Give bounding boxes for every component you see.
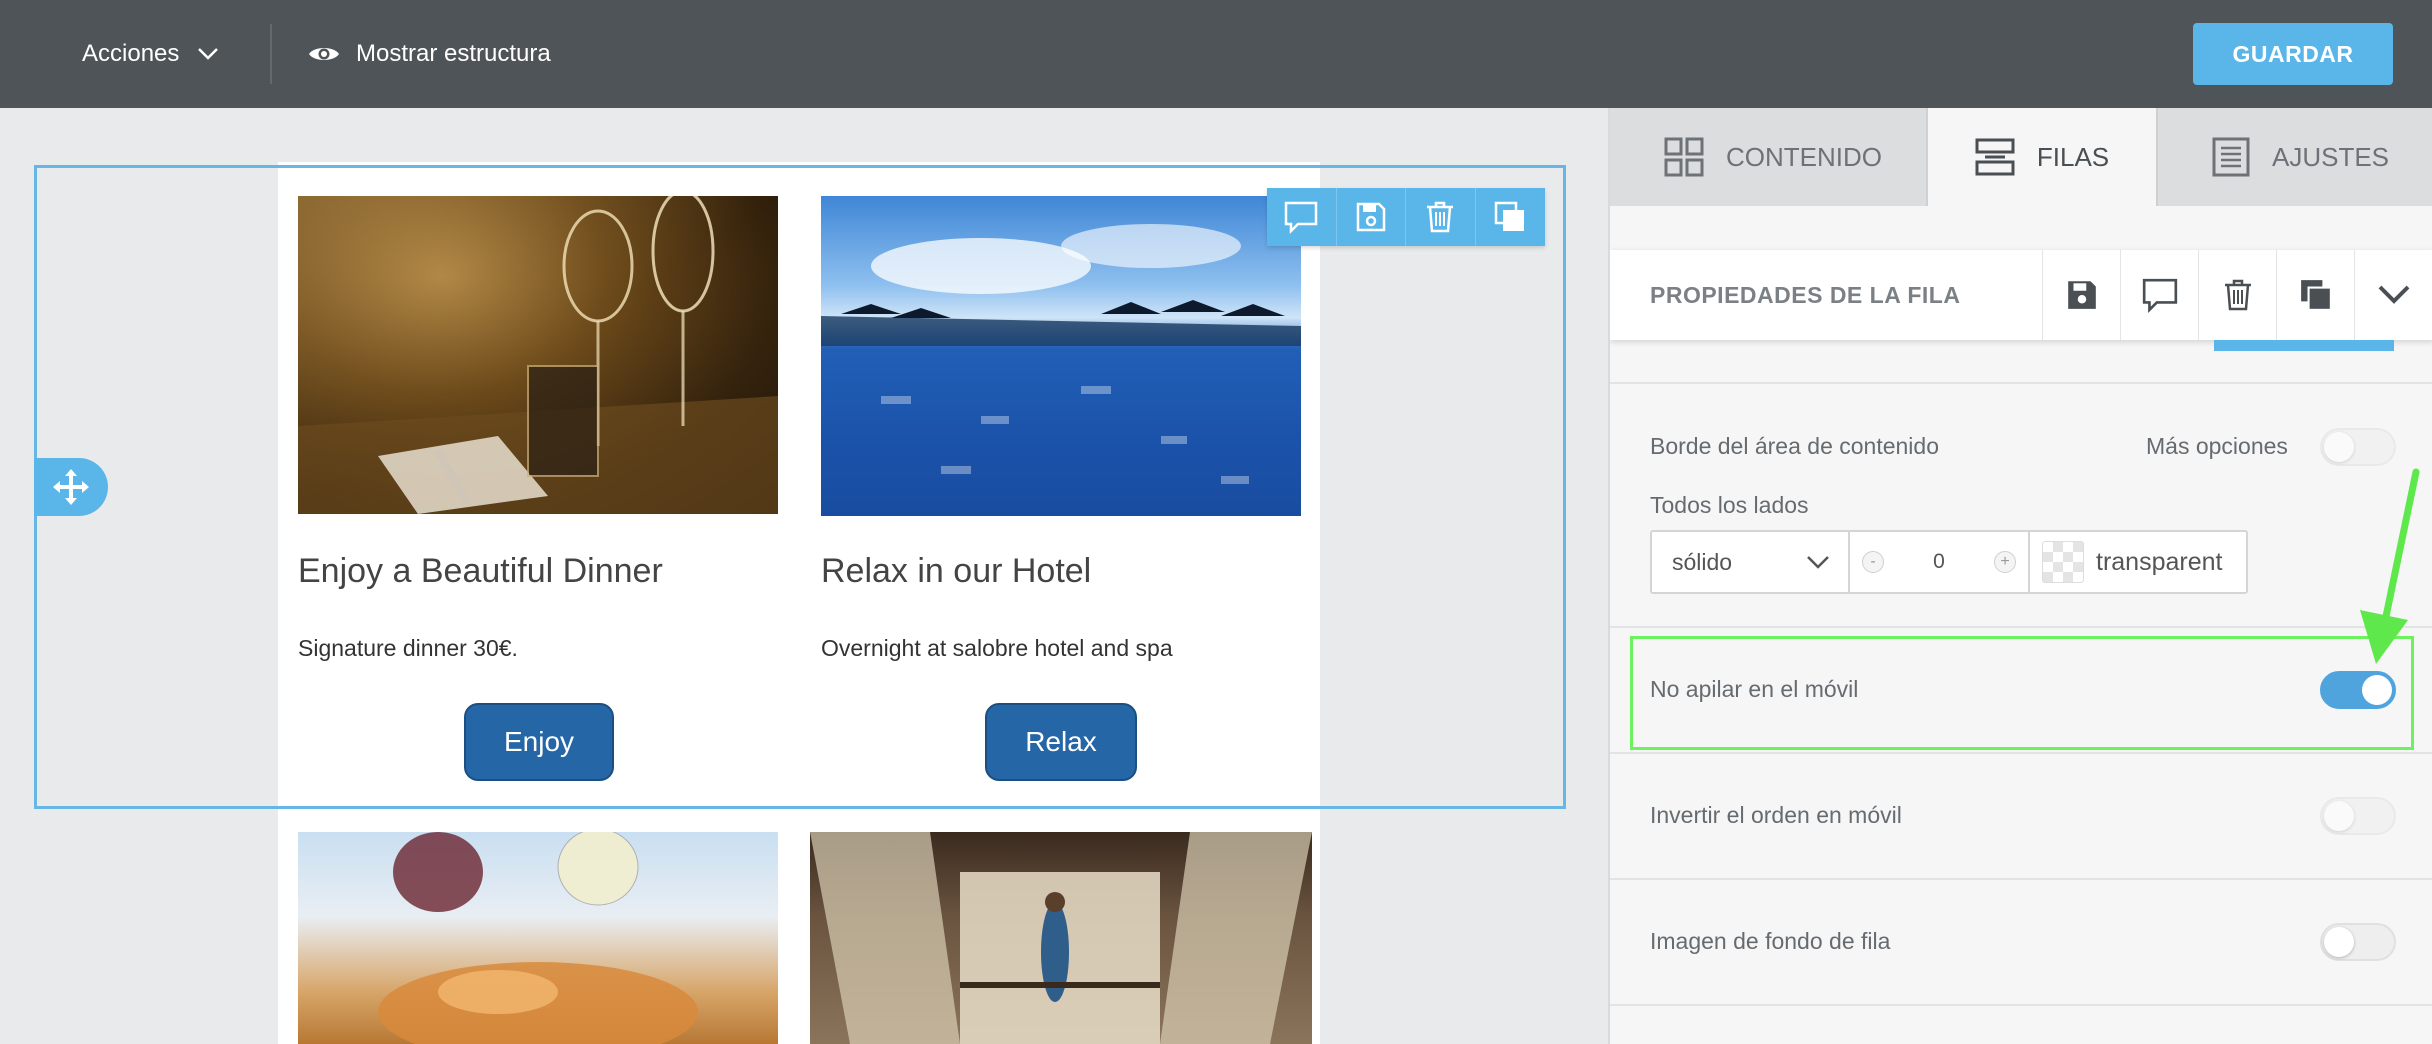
divider: [1610, 1004, 2432, 1006]
increment-button[interactable]: +: [1994, 551, 2016, 573]
accent-strip: [2214, 340, 2394, 351]
move-arrows-icon: [53, 469, 89, 505]
duplicate-icon: [1495, 201, 1525, 231]
properties-comment-button[interactable]: [2120, 250, 2198, 340]
decrement-button[interactable]: -: [1862, 551, 1884, 573]
tab-contenido[interactable]: CONTENIDO: [1664, 108, 1882, 206]
save-icon: [1356, 202, 1385, 232]
actions-label: Acciones: [82, 40, 180, 67]
rows-icon: [1975, 138, 2015, 176]
row-duplicate-button[interactable]: [1476, 188, 1546, 246]
divider: [1610, 626, 2432, 628]
divider: [1610, 878, 2432, 880]
no-stack-toggle[interactable]: [2320, 671, 2396, 709]
tab-label: FILAS: [2036, 141, 2110, 172]
chevron-down-icon: [2378, 285, 2409, 304]
border-color-picker[interactable]: transparent: [2030, 532, 2246, 592]
color-swatch: [2042, 541, 2084, 583]
trash-icon: [2224, 279, 2251, 311]
row-bg-image-label: Imagen de fondo de fila: [1650, 928, 1891, 954]
more-options-toggle[interactable]: [2320, 428, 2396, 466]
tab-label: CONTENIDO: [1726, 141, 1882, 172]
settings-list-icon: [2212, 137, 2250, 177]
selected-row-frame[interactable]: [34, 165, 1566, 809]
save-button[interactable]: GUARDAR: [2193, 23, 2393, 85]
properties-collapse-button[interactable]: [2354, 250, 2432, 340]
properties-delete-button[interactable]: [2198, 250, 2276, 340]
tab-filas[interactable]: FILAS: [1926, 108, 2158, 206]
resort-illustration: [810, 832, 1312, 1044]
properties-save-button[interactable]: [2042, 250, 2120, 340]
show-structure-button[interactable]: Mostrar estructura: [308, 34, 551, 74]
row-toolbar: [1267, 188, 1545, 246]
properties-duplicate-button[interactable]: [2276, 250, 2354, 340]
border-width-stepper: - +: [1850, 532, 2030, 592]
actions-menu[interactable]: Acciones: [82, 34, 219, 74]
panel-tabs: CONTENIDO FILAS AJUSTES: [1610, 108, 2432, 206]
tab-label: AJUSTES: [2272, 141, 2390, 172]
all-sides-label: Todos los lados: [1650, 492, 1809, 518]
border-style-value: sólido: [1672, 548, 1733, 575]
top-bar: Acciones Mostrar estructura GUARDAR: [0, 0, 2432, 108]
grid-icon: [1664, 137, 1704, 177]
resort-room-image[interactable]: [810, 832, 1312, 1044]
reverse-order-toggle[interactable]: [2320, 797, 2396, 835]
seafood-image[interactable]: [298, 832, 778, 1044]
no-stack-label: No apilar en el móvil: [1650, 676, 1859, 702]
side-panel: CONTENIDO FILAS AJUSTES PROPIEDADES DE L…: [1608, 108, 2432, 1044]
border-width-input[interactable]: [1899, 550, 1979, 574]
email-canvas: Enjoy a Beautiful Dinner Signature dinne…: [34, 108, 1566, 1044]
divider: [1610, 752, 2432, 754]
tab-ajustes[interactable]: AJUSTES: [2212, 108, 2389, 206]
row-delete-button[interactable]: [1406, 188, 1476, 246]
divider: [1610, 382, 2432, 384]
chevron-down-icon: [198, 48, 219, 60]
row-move-handle[interactable]: [34, 458, 108, 516]
properties-actions: [2042, 250, 2432, 340]
row-save-button[interactable]: [1337, 188, 1406, 246]
show-structure-label: Mostrar estructura: [356, 40, 551, 67]
save-icon: [2067, 281, 2096, 309]
trash-icon: [1427, 201, 1454, 233]
reverse-order-label: Invertir el orden en móvil: [1650, 802, 1902, 828]
border-label: Borde del área de contenido: [1650, 433, 1939, 459]
row-bg-image-toggle[interactable]: [2320, 923, 2396, 961]
border-color-value: transparent: [2096, 547, 2223, 576]
more-options-label: Más opciones: [2146, 433, 2288, 459]
row-properties-title: PROPIEDADES DE LA FILA: [1650, 282, 1961, 308]
border-control: sólido - + transparent: [1650, 530, 2248, 594]
duplicate-icon: [2300, 280, 2332, 311]
chevron-down-icon: [1807, 556, 1829, 569]
comment-icon: [2142, 278, 2177, 313]
row-properties-header: PROPIEDADES DE LA FILA: [1610, 250, 2432, 340]
border-style-select[interactable]: sólido: [1652, 532, 1850, 592]
toolbar-divider: [270, 24, 272, 84]
arrow-annotation: [2360, 468, 2420, 664]
seafood-illustration: [378, 832, 698, 1044]
row-comment-button[interactable]: [1267, 188, 1337, 246]
eye-icon: [309, 48, 339, 60]
comment-icon: [1285, 201, 1318, 234]
